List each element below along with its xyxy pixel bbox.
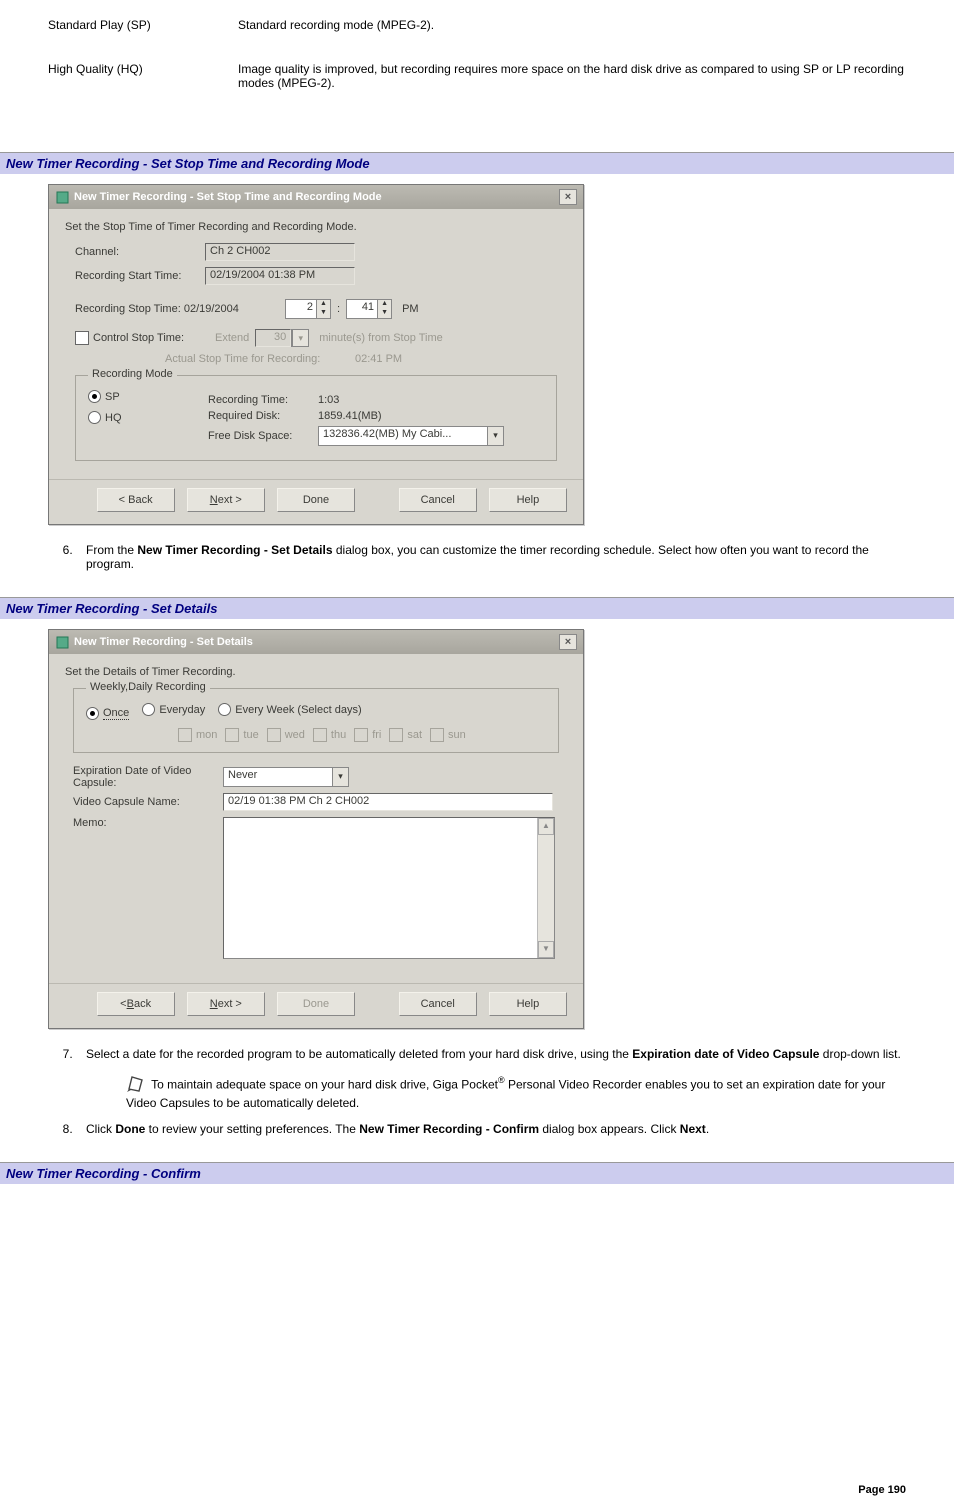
vcn-field[interactable]: 02/19 01:38 PM Ch 2 CH002: [223, 793, 553, 811]
radio-sp-label: SP: [105, 391, 120, 403]
stop-min-value: 41: [347, 300, 377, 318]
chevron-down-icon[interactable]: ▼: [377, 309, 391, 318]
dialog-subtitle: Set the Stop Time of Timer Recording and…: [65, 221, 567, 233]
extend-tail-label: minute(s) from Stop Time: [319, 332, 442, 344]
radio-sp[interactable]: SP: [88, 390, 120, 403]
done-button[interactable]: Done: [277, 488, 355, 512]
list-item: From the New Timer Recording - Set Detai…: [76, 543, 906, 571]
chevron-down-icon[interactable]: ▼: [316, 309, 330, 318]
close-icon[interactable]: ×: [559, 634, 577, 650]
chk-sat: [389, 728, 403, 742]
freedisk-value: 132836.42(MB) My Cabi...: [319, 427, 487, 445]
dialog-set-details: New Timer Recording - Set Details × Set …: [48, 629, 584, 1029]
weekly-daily-legend: Weekly,Daily Recording: [86, 681, 210, 693]
start-time-label: Recording Start Time:: [75, 270, 205, 282]
back-button[interactable]: < Back: [97, 488, 175, 512]
section-heading-confirm: New Timer Recording - Confirm: [0, 1162, 954, 1184]
radio-everyweek-label: Every Week (Select days): [235, 704, 361, 716]
rectime-value: 1:03: [318, 394, 339, 406]
definition-term-hq: High Quality (HQ): [48, 62, 238, 90]
next-button[interactable]: Next >: [187, 992, 265, 1016]
note-icon: [126, 1075, 146, 1096]
reqdisk-label: Required Disk:: [208, 410, 318, 422]
chk-thu: [313, 728, 327, 742]
radio-everyday[interactable]: Everyday: [142, 703, 205, 716]
list-item: Click Done to review your setting prefer…: [76, 1122, 906, 1136]
expiration-dropdown[interactable]: Never ▾: [223, 767, 349, 787]
help-button[interactable]: Help: [489, 992, 567, 1016]
definition-desc-hq: Image quality is improved, but recording…: [238, 62, 906, 90]
vcn-label: Video Capsule Name:: [73, 796, 223, 808]
section-heading-stop-time: New Timer Recording - Set Stop Time and …: [0, 152, 954, 174]
chevron-down-icon[interactable]: ▾: [487, 427, 503, 445]
list-item: Select a date for the recorded program t…: [76, 1047, 906, 1110]
chk-mon: [178, 728, 192, 742]
time-colon: :: [337, 303, 340, 315]
control-stop-checkbox[interactable]: [75, 331, 89, 345]
channel-field: Ch 2 CH002: [205, 243, 355, 261]
reqdisk-value: 1859.41(MB): [318, 410, 382, 422]
dialog-set-stop-time: New Timer Recording - Set Stop Time and …: [48, 184, 584, 525]
radio-hq[interactable]: HQ: [88, 411, 122, 424]
radio-hq-label: HQ: [105, 412, 122, 424]
done-button: Done: [277, 992, 355, 1016]
dialog-subtitle: Set the Details of Timer Recording.: [65, 666, 567, 678]
stop-time-label: Recording Stop Time: 02/19/2004: [75, 303, 285, 315]
app-icon: [55, 190, 69, 204]
app-icon: [55, 635, 69, 649]
start-time-field: 02/19/2004 01:38 PM: [205, 267, 355, 285]
dialog-title: New Timer Recording - Set Details: [74, 636, 559, 648]
cancel-button[interactable]: Cancel: [399, 488, 477, 512]
scroll-up-icon: ▲: [538, 818, 554, 835]
chevron-up-icon[interactable]: ▲: [316, 300, 330, 309]
stop-hour-value: 2: [286, 300, 316, 318]
stop-min-spinner[interactable]: 41 ▲▼: [346, 299, 392, 319]
page-footer: Page 190: [0, 1484, 954, 1496]
radio-once[interactable]: Once: [86, 707, 129, 720]
channel-label: Channel:: [75, 246, 205, 258]
chevron-down-icon[interactable]: ▾: [332, 768, 348, 786]
radio-everyweek[interactable]: Every Week (Select days): [218, 703, 361, 716]
scroll-down-icon: ▼: [538, 941, 554, 958]
chk-tue: [225, 728, 239, 742]
radio-everyday-label: Everyday: [159, 704, 205, 716]
radio-once-label: Once: [103, 707, 129, 720]
memo-textarea[interactable]: ▲ ▼: [223, 817, 555, 959]
actual-stop-label: Actual Stop Time for Recording:: [165, 353, 355, 365]
expiration-value: Never: [224, 768, 332, 786]
chk-fri: [354, 728, 368, 742]
chevron-down-icon: ▾: [292, 330, 308, 346]
definition-term-sp: Standard Play (SP): [48, 18, 238, 32]
recmode-legend: Recording Mode: [88, 368, 177, 380]
freedisk-dropdown[interactable]: 132836.42(MB) My Cabi... ▾: [318, 426, 504, 446]
actual-stop-value: 02:41 PM: [355, 353, 402, 365]
back-button[interactable]: < Back: [97, 992, 175, 1016]
chevron-up-icon[interactable]: ▲: [377, 300, 391, 309]
rectime-label: Recording Time:: [208, 394, 318, 406]
expiration-label: Expiration Date of Video Capsule:: [73, 765, 223, 789]
freedisk-label: Free Disk Space:: [208, 430, 318, 442]
dialog-title: New Timer Recording - Set Stop Time and …: [74, 191, 559, 203]
section-heading-set-details: New Timer Recording - Set Details: [0, 597, 954, 619]
help-button[interactable]: Help: [489, 488, 567, 512]
chk-wed: [267, 728, 281, 742]
chk-sun: [430, 728, 444, 742]
memo-label: Memo:: [73, 817, 223, 829]
definition-desc-sp: Standard recording mode (MPEG-2).: [238, 18, 906, 32]
close-icon[interactable]: ×: [559, 189, 577, 205]
stop-hour-spinner[interactable]: 2 ▲▼: [285, 299, 331, 319]
extend-field: 30: [255, 329, 291, 347]
ampm-label: PM: [402, 303, 419, 315]
extend-label: Extend: [215, 332, 249, 344]
control-stop-label: Control Stop Time:: [93, 332, 205, 344]
cancel-button[interactable]: Cancel: [399, 992, 477, 1016]
next-button[interactable]: Next >: [187, 488, 265, 512]
